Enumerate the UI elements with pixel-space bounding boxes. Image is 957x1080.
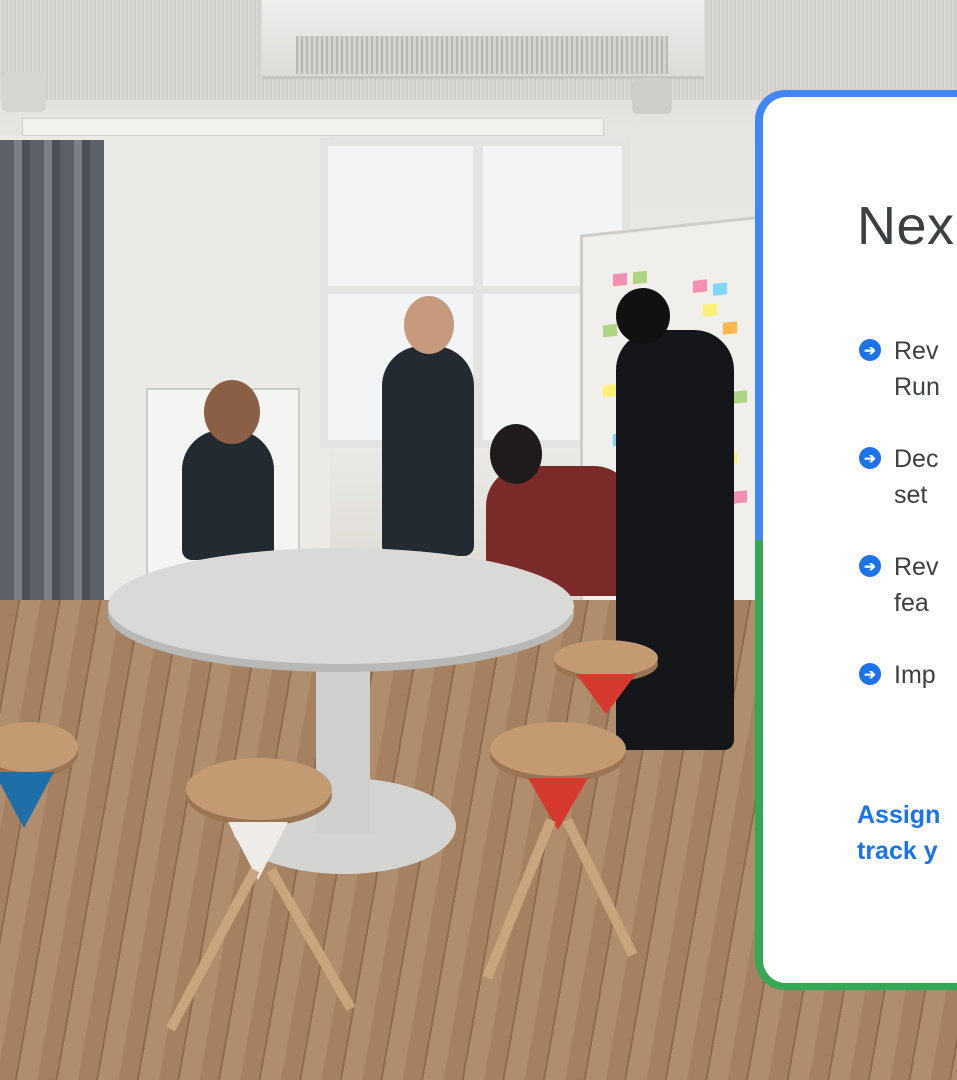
list-item: ➔ Rev Run [859,333,957,405]
person-seated-left-head [204,380,260,444]
person-seated-left [182,430,274,560]
stool-front-seat [186,758,332,820]
table-leg [316,658,370,834]
ceiling-light [22,118,604,136]
duct-grill [296,36,668,74]
list-item: ➔ Rev fea [859,549,957,621]
next-steps-card: Nex ➔ Rev Run ➔ Dec set ➔ Rev fea ➔ Imp … [755,90,957,990]
list-item-text: Imp [894,661,936,689]
speaker-left [2,72,46,112]
stool-back-joint [576,674,636,714]
list-item-text: Rev fea [894,553,939,617]
stool-left-joint [0,772,54,828]
list-item: ➔ Dec set [859,441,957,513]
arrow-right-circle-icon: ➔ [859,339,881,361]
arrow-right-circle-icon: ➔ [859,555,881,577]
person-standing-center-head [404,296,454,354]
card-body: Nex ➔ Rev Run ➔ Dec set ➔ Rev fea ➔ Imp … [763,97,957,983]
list-item-text: Dec set [894,445,939,509]
arrow-right-circle-icon: ➔ [859,447,881,469]
card-title: Nex [857,196,955,256]
person-standing-center [382,346,474,556]
list-item-text: Rev Run [894,337,940,401]
stool-back-seat [554,640,658,676]
arrow-right-circle-icon: ➔ [859,663,881,685]
person-seated-patterned-head [490,424,542,484]
assign-callout: Assign track y [857,801,941,865]
person-at-board-head [616,288,670,344]
speaker-right [632,78,672,114]
round-table [108,548,574,664]
stool-right-joint [528,778,588,830]
stool-right-seat [490,722,626,776]
list-item: ➔ Imp [859,657,957,693]
